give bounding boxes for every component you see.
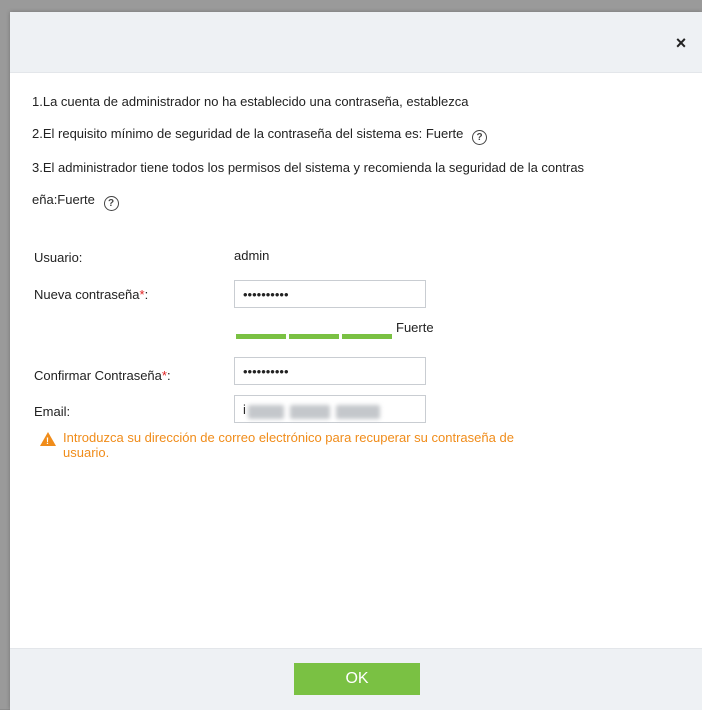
set-password-dialog: × 1.La cuenta de administrador no ha est…: [10, 12, 702, 710]
strength-bar-2: [289, 334, 339, 339]
help-icon[interactable]: ?: [103, 196, 119, 211]
new-password-value: ••••••••••: [243, 286, 289, 302]
confirm-password-label-text: Confirmar Contraseña: [34, 368, 162, 383]
message-text-1: 1.La cuenta de administrador no ha estab…: [32, 94, 469, 109]
colon: :: [166, 368, 171, 383]
new-password-field[interactable]: ••••••••••: [234, 280, 426, 308]
close-icon[interactable]: ×: [670, 32, 692, 54]
confirm-password-label: Confirmar Contraseña*:: [34, 368, 171, 383]
backdrop-left: [0, 0, 10, 709]
email-blur-1: [248, 405, 284, 419]
confirm-password-field[interactable]: ••••••••••: [234, 357, 426, 385]
confirm-password-value: ••••••••••: [243, 363, 289, 379]
help-icon[interactable]: ?: [472, 130, 488, 145]
strength-label: Fuerte: [396, 320, 434, 335]
message-line-3: 3.El administrador tiene todos los permi…: [32, 160, 584, 175]
message-text-3: 3.El administrador tiene todos los permi…: [32, 160, 585, 175]
email-value-start: i: [243, 401, 246, 417]
ok-button[interactable]: OK: [294, 663, 420, 695]
new-password-label: Nueva contraseña*:: [34, 287, 148, 302]
message-line-1: 1.La cuenta de administrador no ha estab…: [32, 94, 469, 109]
message-line-4: eña:Fuerte ?: [32, 192, 119, 211]
user-value: admin: [234, 248, 270, 263]
backdrop-strip: [0, 0, 702, 12]
message-line-2: 2.El requisito mínimo de seguridad de la…: [32, 126, 488, 145]
user-label: Usuario:: [34, 250, 83, 265]
dialog-header: ×: [10, 12, 702, 73]
email-blur-2: [290, 405, 330, 419]
email-warning-text: Introduzca su dirección de correo electr…: [63, 430, 514, 460]
dialog-footer: OK: [10, 648, 702, 710]
message-text-4: eña:Fuerte: [32, 192, 95, 207]
strength-bar-1: [236, 334, 286, 339]
email-label: Email:: [34, 404, 71, 419]
warning-icon-mark: !: [46, 436, 49, 446]
message-text-2: 2.El requisito mínimo de seguridad de la…: [32, 126, 464, 141]
strength-bar-3: [342, 334, 392, 339]
new-password-label-text: Nueva contraseña: [34, 287, 140, 302]
colon: :: [144, 287, 149, 302]
email-blur-3: [336, 405, 380, 419]
